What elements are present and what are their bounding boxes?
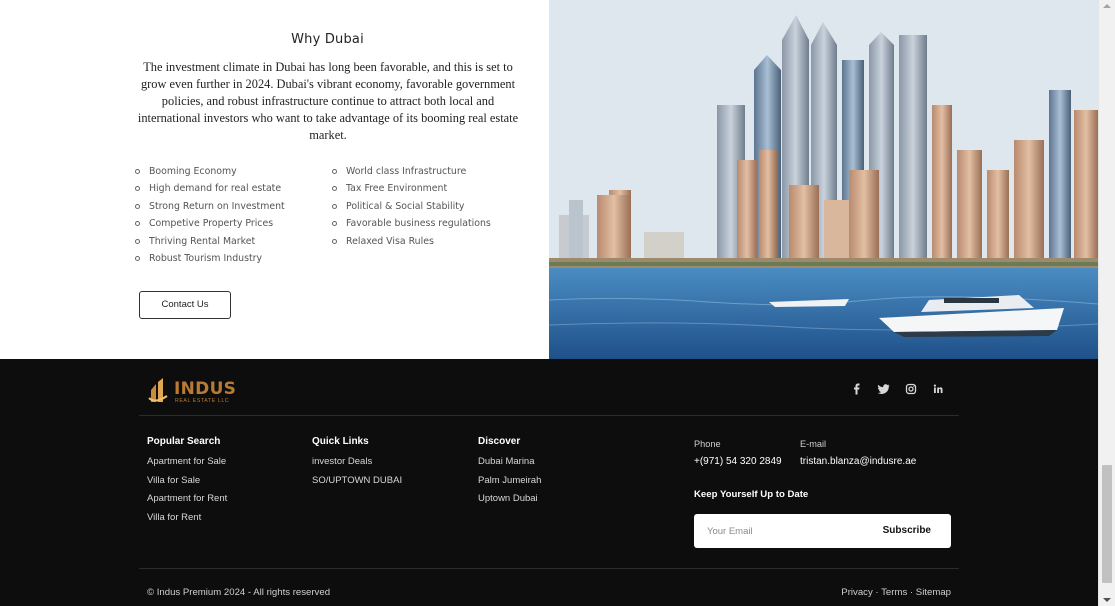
- twitter-icon[interactable]: [877, 382, 891, 396]
- list-item: Favorable business regulations: [331, 215, 491, 232]
- popular-search-heading: Popular Search: [147, 436, 221, 447]
- footer-link[interactable]: Palm Jumeirah: [478, 475, 541, 494]
- list-item: World class Infrastructure: [331, 163, 491, 180]
- footer-link[interactable]: SO/UPTOWN DUBAI: [312, 475, 402, 494]
- contact-us-button[interactable]: Contact Us: [139, 291, 231, 319]
- list-item: Relaxed Visa Rules: [331, 233, 491, 250]
- scrollbar-thumb[interactable]: [1102, 465, 1112, 583]
- scroll-down-icon[interactable]: [1103, 598, 1111, 602]
- sitemap-link[interactable]: Sitemap: [916, 587, 951, 598]
- footer-link[interactable]: Villa for Rent: [147, 512, 227, 531]
- legal-separator: ·: [909, 587, 914, 598]
- footer-link[interactable]: Villa for Sale: [147, 475, 227, 494]
- subscribe-button[interactable]: Subscribe: [883, 514, 931, 548]
- copyright-text: © Indus Premium 2024 - All rights reserv…: [147, 587, 331, 598]
- facebook-icon[interactable]: [850, 382, 864, 396]
- logo-mark-icon: [148, 378, 168, 402]
- linkedin-icon[interactable]: [931, 382, 945, 396]
- footer-link[interactable]: Apartment for Rent: [147, 493, 227, 512]
- site-footer: INDUS REAL ESTATE LLC Popular Search Apa…: [0, 359, 1098, 606]
- popular-search-links: Apartment for Sale Villa for Sale Apartm…: [147, 456, 227, 530]
- instagram-icon[interactable]: [904, 382, 918, 396]
- list-item: Political & Social Stability: [331, 198, 491, 215]
- why-dubai-content: Why Dubai The investment climate in Duba…: [0, 0, 549, 359]
- footer-link[interactable]: Dubai Marina: [478, 456, 541, 475]
- page-scrollbar[interactable]: [1098, 0, 1115, 606]
- phone-label: Phone: [694, 439, 721, 449]
- section-paragraph: The investment climate in Dubai has long…: [137, 60, 519, 142]
- why-dubai-section: Why Dubai The investment climate in Duba…: [0, 0, 1098, 359]
- skyline-illustration: [549, 0, 1098, 359]
- newsletter-title: Keep Yourself Up to Date: [694, 489, 809, 500]
- newsletter-form: Subscribe: [694, 514, 951, 548]
- list-item: Robust Tourism Industry: [134, 250, 285, 267]
- list-item: Booming Economy: [134, 163, 285, 180]
- email-label: E-mail: [800, 439, 827, 449]
- scroll-up-icon[interactable]: [1103, 4, 1111, 8]
- footer-link[interactable]: Uptown Dubai: [478, 493, 541, 512]
- discover-links: Dubai Marina Palm Jumeirah Uptown Dubai: [478, 456, 541, 512]
- email-address[interactable]: tristan.blanza@indusre.ae: [800, 456, 916, 467]
- list-item: Thriving Rental Market: [134, 233, 285, 250]
- legal-separator: ·: [875, 587, 879, 598]
- phone-number[interactable]: +(971) 54 320 2849: [694, 456, 782, 467]
- list-item: High demand for real estate: [134, 180, 285, 197]
- list-item: Tax Free Environment: [331, 180, 491, 197]
- newsletter-email-input[interactable]: [694, 514, 864, 548]
- list-item: Strong Return on Investment: [134, 198, 285, 215]
- dubai-skyline-image: [549, 0, 1098, 359]
- list-item: Competive Property Prices: [134, 215, 285, 232]
- quick-links-list: investor Deals SO/UPTOWN DUBAI: [312, 456, 402, 493]
- footer-link[interactable]: investor Deals: [312, 456, 402, 475]
- indus-logo[interactable]: INDUS REAL ESTATE LLC: [147, 375, 239, 407]
- logo-subtitle: REAL ESTATE LLC: [175, 398, 230, 404]
- benefits-list-left: Booming Economy High demand for real est…: [134, 163, 285, 267]
- logo-wordmark: INDUS: [174, 379, 237, 399]
- discover-heading: Discover: [478, 436, 521, 447]
- footer-link[interactable]: Apartment for Sale: [147, 456, 227, 475]
- footer-bottom-divider: [139, 568, 959, 569]
- benefits-list-right: World class Infrastructure Tax Free Envi…: [331, 163, 491, 250]
- quick-links-heading: Quick Links: [312, 436, 369, 447]
- terms-link[interactable]: Terms: [881, 587, 907, 598]
- legal-links: Privacy · Terms · Sitemap: [841, 587, 951, 598]
- privacy-link[interactable]: Privacy: [841, 587, 872, 598]
- social-links: [850, 382, 945, 396]
- footer-divider: [139, 415, 959, 416]
